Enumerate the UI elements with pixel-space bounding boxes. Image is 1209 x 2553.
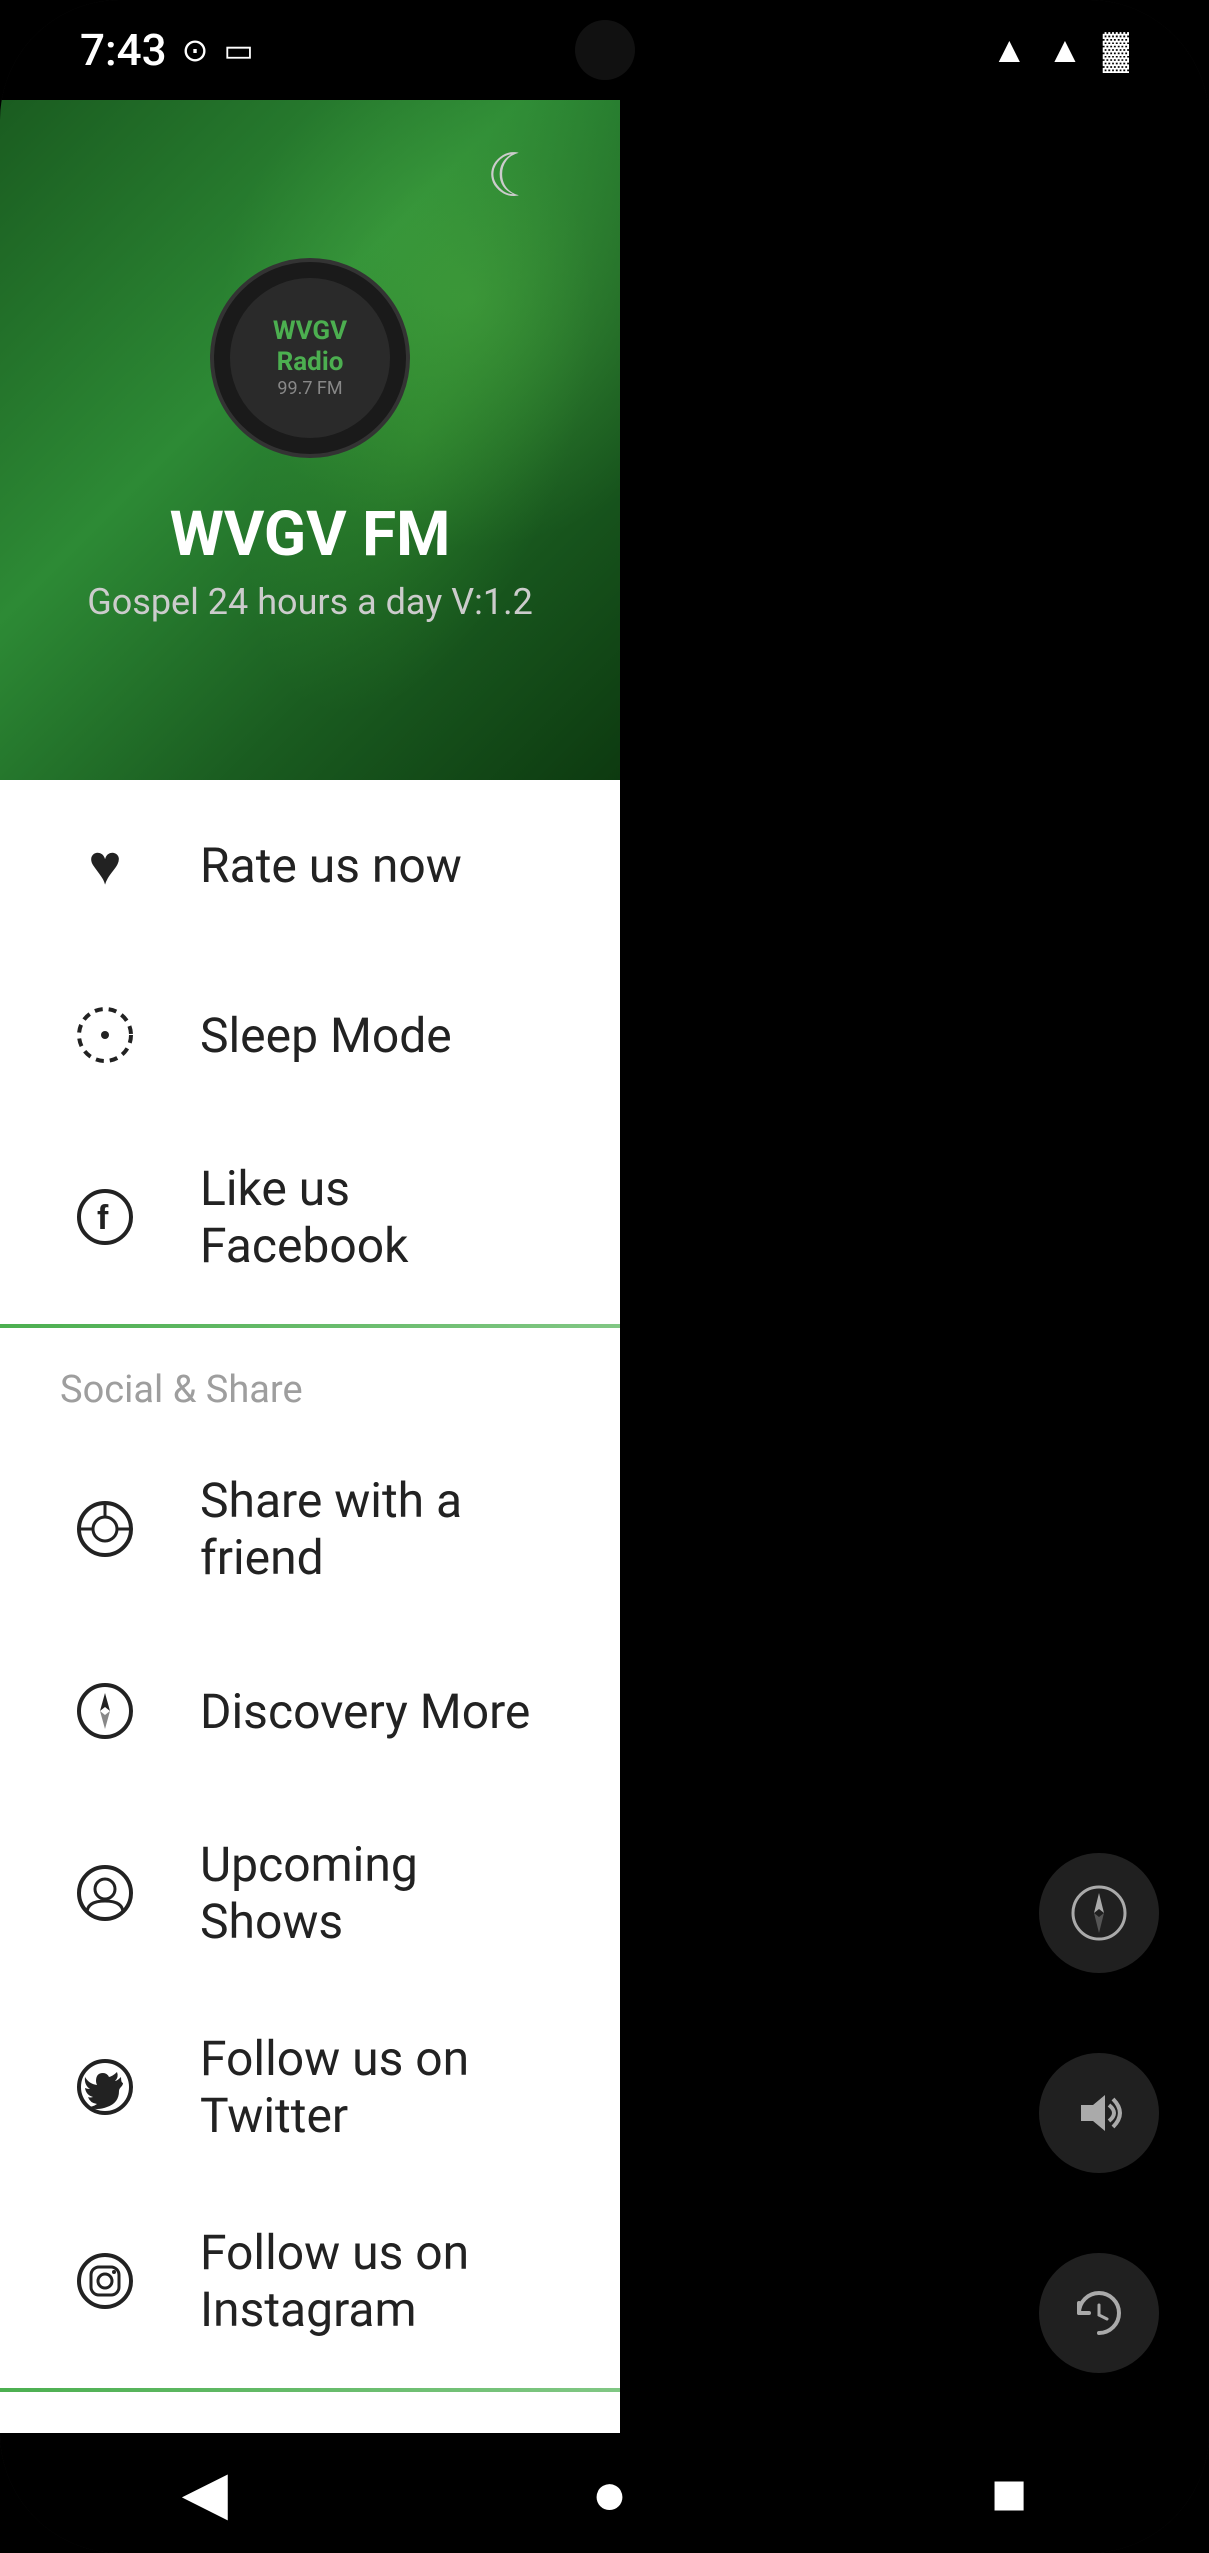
rate-us-item[interactable]: ♥ Rate us now [0,780,620,950]
radio-logo-text: WVGVRadio [273,316,347,378]
upcoming-icon [60,1848,150,1938]
upcoming-shows-item[interactable]: Upcoming Shows [0,1796,620,1990]
discovery-more-label: Discovery More [200,1683,530,1740]
instagram-label: Follow us on Instagram [200,2224,560,2338]
rate-us-label: Rate us now [200,837,462,894]
top-menu-section: ♥ Rate us now Sleep Mode [0,780,620,1314]
help-divider [0,2388,620,2392]
share-friend-item[interactable]: Share with a friend [0,1432,620,1626]
social-divider [0,1324,620,1328]
twitter-icon [60,2042,150,2132]
moon-icon[interactable]: ☾ [486,140,540,211]
instagram-item[interactable]: Follow us on Instagram [0,2184,620,2378]
camera-notch [575,20,635,80]
compass-icon [60,1666,150,1756]
upcoming-shows-label: Upcoming Shows [200,1836,560,1950]
social-section: Social & Share Share with a friend [0,1338,620,2378]
share-icon [60,1484,150,1574]
help-section: Help & Feedback Email Us [0,2402,620,2433]
instagram-icon [60,2236,150,2326]
drawer-panel: ☾ WVGVRadio 99.7 FM WVGV FM Gospel 24 ho… [0,100,620,2433]
right-panel [620,100,1209,2433]
help-section-header: Help & Feedback [0,2402,620,2433]
facebook-label: Like us Facebook [200,1160,560,1274]
history-button[interactable] [1039,2253,1159,2373]
radio-header: ☾ WVGVRadio 99.7 FM WVGV FM Gospel 24 ho… [0,100,620,780]
status-left: 7:43 ⊙ ▭ [80,24,254,76]
share-friend-label: Share with a friend [200,1472,560,1586]
phone-frame: 7:43 ⊙ ▭ ▲ ▲ ▓ ☾ WVGVRadio 99.7 FM [0,0,1209,2553]
volume-button[interactable] [1039,2053,1159,2173]
svg-text:f: f [97,1199,109,1237]
facebook-icon: f [60,1172,150,1262]
battery-icon: ▓ [1103,29,1129,71]
twitter-label: Follow us on Twitter [200,2030,560,2144]
radio-logo-inner: WVGVRadio 99.7 FM [230,278,390,438]
status-bar: 7:43 ⊙ ▭ ▲ ▲ ▓ [0,0,1209,100]
clock-dots-icon [60,990,150,1080]
sim-icon: ▭ [223,31,253,69]
sleep-mode-label: Sleep Mode [200,1007,452,1064]
heart-icon: ♥ [60,820,150,910]
recent-button[interactable]: ■ [991,2459,1027,2528]
content-area: ☾ WVGVRadio 99.7 FM WVGV FM Gospel 24 ho… [0,100,1209,2433]
sleep-mode-item[interactable]: Sleep Mode [0,950,620,1120]
status-icons: ▲ ▲ ▓ [991,29,1129,71]
wifi-icon: ▲ [991,29,1027,71]
compass-button[interactable] [1039,1853,1159,1973]
twitter-item[interactable]: Follow us on Twitter [0,1990,620,2184]
radio-station-title: WVGV FM [170,498,451,571]
back-button[interactable]: ◀ [182,2458,228,2528]
notification-icon: ⊙ [182,31,209,69]
radio-station-subtitle: Gospel 24 hours a day V:1.2 [87,581,533,623]
nav-bar: ◀ ● ■ [0,2433,1209,2553]
signal-icon: ▲ [1047,29,1083,71]
radio-logo-subtext: 99.7 FM [277,378,342,399]
facebook-item[interactable]: f Like us Facebook [0,1120,620,1314]
status-time: 7:43 [80,24,167,76]
social-section-header: Social & Share [0,1338,620,1432]
home-button[interactable]: ● [591,2459,627,2528]
radio-logo: WVGVRadio 99.7 FM [210,258,410,458]
discovery-more-item[interactable]: Discovery More [0,1626,620,1796]
